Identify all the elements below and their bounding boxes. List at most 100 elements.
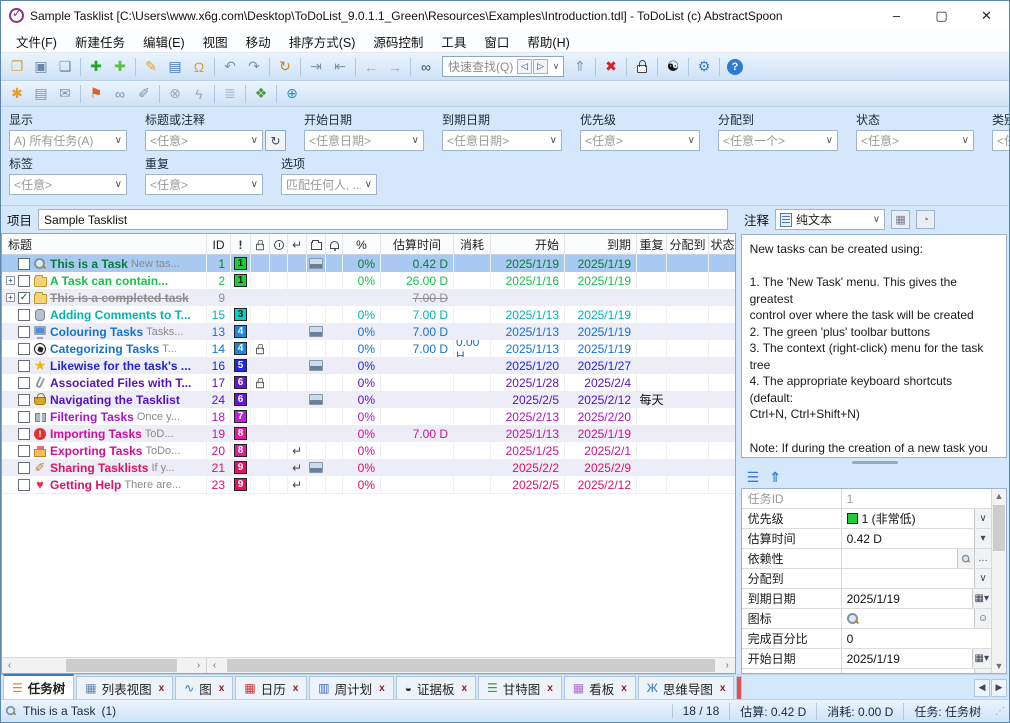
tab-close-icon[interactable]: x bbox=[159, 683, 165, 694]
task-row[interactable]: !Importing TasksToD...1980%7.00 D2025/1/… bbox=[2, 425, 735, 442]
column-header-id[interactable]: ID bbox=[207, 234, 231, 255]
tab-close-icon[interactable]: x bbox=[293, 683, 299, 694]
task-title-cell[interactable]: Navigating the Tasklist bbox=[2, 391, 207, 408]
filter-combo-到期日期[interactable]: <任意日期>∨ bbox=[442, 130, 562, 151]
task-row[interactable]: ✐Sharing TasklistsIf y...219↵0%2025/2/22… bbox=[2, 459, 735, 476]
task-title-cell[interactable]: Associated Files with T... bbox=[2, 374, 207, 391]
task-title-cell[interactable]: This is a TaskNew tas... bbox=[2, 255, 207, 272]
scroll-up-arrow-icon[interactable]: ▲ bbox=[995, 489, 1004, 503]
asterisk-button[interactable]: ✱ bbox=[5, 83, 29, 105]
chevron-down-icon[interactable]: ∨ bbox=[549, 61, 563, 72]
task-title-cell[interactable]: Exporting TasksToDo... bbox=[2, 442, 207, 459]
comments-splitter[interactable] bbox=[741, 458, 1009, 466]
tab-甘特图[interactable]: ☰甘特图x bbox=[478, 676, 562, 699]
task-row[interactable]: +A Task can contain...210%26.00 D2025/1/… bbox=[2, 272, 735, 289]
filter-combo-开始日期[interactable]: <任意日期>∨ bbox=[304, 130, 424, 151]
column-header-filelink[interactable] bbox=[307, 234, 326, 255]
task-checkbox[interactable] bbox=[18, 326, 30, 338]
filter-combo-状态[interactable]: <任意>∨ bbox=[856, 130, 974, 151]
task-checkbox[interactable] bbox=[18, 343, 30, 355]
task-title-cell[interactable]: !Importing TasksToD... bbox=[2, 425, 207, 442]
tab-证据板[interactable]: ◒证据板x bbox=[396, 676, 476, 699]
comments-tool-button-1[interactable]: ▦ bbox=[891, 210, 910, 229]
scroll-left-arrow-icon[interactable]: ‹ bbox=[2, 660, 17, 671]
expand-icon[interactable]: + bbox=[6, 293, 15, 302]
minimize-button[interactable]: – bbox=[874, 1, 919, 30]
chevron-button[interactable]: ∨ bbox=[974, 569, 991, 588]
column-header-reminder[interactable] bbox=[326, 234, 343, 255]
task-checkbox[interactable] bbox=[18, 411, 30, 423]
menu-item-窗口[interactable]: 窗口 bbox=[475, 29, 518, 54]
close-button[interactable]: ✕ bbox=[964, 1, 1009, 30]
project-title-input[interactable] bbox=[38, 209, 728, 230]
filter-refresh-button[interactable]: ↻ bbox=[265, 130, 286, 151]
undo-button[interactable]: ↶ bbox=[218, 56, 242, 78]
calendar-button[interactable]: ▦▾ bbox=[972, 589, 991, 608]
new-subtask-button[interactable]: ✚ bbox=[108, 56, 132, 78]
tab-close-icon[interactable]: x bbox=[461, 683, 467, 694]
find-button[interactable]: ∞ bbox=[414, 56, 438, 78]
move-left-button[interactable]: ⇤ bbox=[328, 56, 352, 78]
flag-button[interactable]: ⚑ bbox=[84, 83, 108, 105]
title-column-scrollbar[interactable]: ‹ › bbox=[2, 658, 207, 673]
task-title-cell[interactable]: ✐Sharing TasklistsIf y... bbox=[2, 459, 207, 476]
column-header-title[interactable]: 标题 bbox=[2, 234, 207, 255]
bell-button[interactable]: Δ bbox=[974, 669, 991, 673]
attribute-value[interactable]: 0 bbox=[842, 629, 991, 648]
link-button[interactable]: ∞ bbox=[108, 83, 132, 105]
task-row[interactable]: Navigating the Tasklist2460%2025/2/52025… bbox=[2, 391, 735, 408]
menu-item-文件(F)[interactable]: 文件(F) bbox=[7, 29, 66, 54]
task-checkbox[interactable] bbox=[18, 462, 30, 474]
scroll-down-arrow-icon[interactable]: ▼ bbox=[995, 659, 1004, 673]
task-row[interactable]: Exporting TasksToDo...208↵0%2025/1/25202… bbox=[2, 442, 735, 459]
print-button[interactable]: ▤ bbox=[29, 83, 53, 105]
help-button[interactable]: ? bbox=[723, 56, 747, 78]
spin-button[interactable]: ▾ bbox=[974, 529, 991, 548]
save-button[interactable]: ▣ bbox=[29, 56, 53, 78]
task-checkbox[interactable] bbox=[18, 360, 30, 372]
move-right-button[interactable]: ⇥ bbox=[304, 56, 328, 78]
filter-combo-类别[interactable]: <任意>∨ bbox=[992, 130, 1010, 151]
tab-close-icon[interactable]: x bbox=[379, 683, 385, 694]
quick-find-combo[interactable]: 快速查找(Q)◁▷∨ bbox=[442, 56, 564, 77]
filter-combo-分配到[interactable]: <任意一个>∨ bbox=[718, 130, 838, 151]
attribute-value[interactable] bbox=[842, 669, 974, 673]
column-header-status[interactable]: 状态 bbox=[709, 234, 736, 255]
tab-scroll-left-icon[interactable]: ◀ bbox=[974, 679, 990, 697]
magnifier-button[interactable] bbox=[957, 549, 974, 568]
tab-图[interactable]: ∿图x bbox=[175, 676, 233, 699]
task-checkbox[interactable] bbox=[18, 428, 30, 440]
attribute-value[interactable]: 2025/1/19 bbox=[842, 589, 972, 608]
menu-item-编辑(E)[interactable]: 编辑(E) bbox=[134, 29, 194, 54]
tab-close-icon[interactable]: x bbox=[547, 683, 553, 694]
column-header-percent[interactable]: % bbox=[343, 234, 381, 255]
scroll-right-arrow-icon[interactable]: › bbox=[720, 660, 735, 671]
next-button[interactable]: → bbox=[383, 56, 407, 78]
columns-scrollbar[interactable]: ‹ › bbox=[207, 658, 735, 673]
task-row[interactable]: Colouring TasksTasks...1340%7.00 D2025/1… bbox=[2, 323, 735, 340]
column-header-repeat[interactable]: 重复 bbox=[637, 234, 667, 255]
attribute-value[interactable]: 1 (非常低) bbox=[842, 509, 974, 528]
scroll-left-arrow-icon[interactable]: ‹ bbox=[207, 660, 222, 671]
menu-item-视图[interactable]: 视图 bbox=[194, 29, 237, 54]
task-title-cell[interactable]: +✓This is a completed task bbox=[2, 289, 207, 306]
tab-思维导图[interactable]: Ж思维导图x bbox=[638, 676, 735, 699]
task-row[interactable]: Adding Comments to T...1530%7.00 D2025/1… bbox=[2, 306, 735, 323]
filter-combo-显示[interactable]: A) 所有任务(A)∨ bbox=[9, 130, 127, 151]
attribute-value[interactable] bbox=[842, 569, 974, 588]
column-header-start[interactable]: 开始 bbox=[491, 234, 565, 255]
attributes-scrollbar[interactable]: ▲ ▼ bbox=[991, 489, 1006, 673]
tab-close-icon[interactable]: x bbox=[621, 683, 627, 694]
tab-scroll-right-icon[interactable]: ▶ bbox=[991, 679, 1007, 697]
scroll-button[interactable]: ≣ bbox=[218, 83, 242, 105]
preferences-button[interactable]: ⚙ bbox=[692, 56, 716, 78]
tab-列表视图[interactable]: ▦列表视图x bbox=[76, 676, 173, 699]
attribute-value[interactable]: 0.42 D bbox=[842, 529, 974, 548]
task-title-cell[interactable]: Filtering TasksOnce y... bbox=[2, 408, 207, 425]
scroll-right-arrow-icon[interactable]: › bbox=[191, 660, 206, 671]
tab-周计划[interactable]: ▥周计划x bbox=[309, 676, 393, 699]
paint-button[interactable]: ❖ bbox=[249, 83, 273, 105]
task-title-cell[interactable]: +A Task can contain... bbox=[2, 272, 207, 289]
task-checkbox[interactable] bbox=[18, 309, 30, 321]
attribute-list-icon[interactable]: ☰ bbox=[747, 469, 760, 486]
